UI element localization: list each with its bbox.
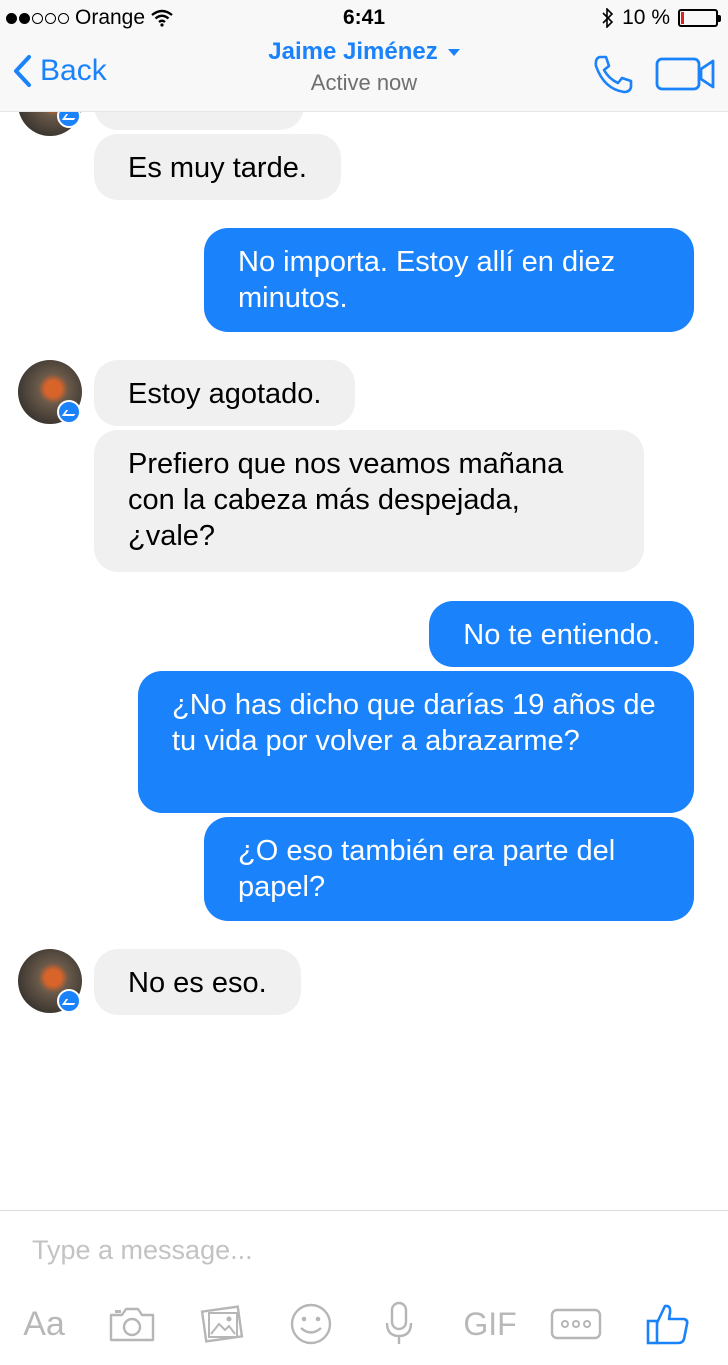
incoming-message[interactable]: No es eso. bbox=[94, 949, 301, 1015]
battery-icon bbox=[678, 9, 721, 27]
message-input[interactable] bbox=[32, 1235, 692, 1266]
gif-icon[interactable]: GIF bbox=[458, 1301, 522, 1347]
phone-icon[interactable] bbox=[592, 54, 634, 94]
more-button[interactable] bbox=[548, 1301, 604, 1347]
outgoing-message[interactable]: ¿No has dicho que darías 19 años de tu v… bbox=[138, 671, 694, 813]
status-bar: Orange 6:41 10 % bbox=[0, 0, 728, 36]
emoji-button[interactable] bbox=[283, 1301, 339, 1347]
camera-button[interactable] bbox=[104, 1301, 160, 1347]
contact-name-row[interactable]: Jaime Jiménez bbox=[268, 38, 460, 66]
contact-name: Jaime Jiménez bbox=[268, 38, 438, 65]
outgoing-message[interactable]: No te entiendo. bbox=[429, 601, 694, 667]
gif-label: GIF bbox=[463, 1305, 517, 1342]
like-button[interactable] bbox=[640, 1301, 696, 1347]
thumbs-up-icon bbox=[646, 1304, 689, 1345]
gallery-button[interactable] bbox=[194, 1301, 250, 1347]
video-camera-icon[interactable] bbox=[655, 56, 717, 92]
battery-fill bbox=[681, 12, 684, 24]
more-icon bbox=[550, 1308, 602, 1340]
outgoing-message[interactable]: No importa. Estoy allí en diez minutos. bbox=[204, 228, 694, 332]
message-bubble-partial bbox=[94, 112, 304, 130]
text-format-label: Aa bbox=[23, 1304, 65, 1343]
status-right: 10 % bbox=[602, 6, 721, 30]
bluetooth-icon bbox=[602, 8, 614, 28]
gallery-icon bbox=[200, 1305, 244, 1343]
battery-percent: 10 % bbox=[622, 6, 670, 29]
messenger-badge-icon bbox=[57, 400, 81, 424]
text-format-icon[interactable]: Aa bbox=[16, 1301, 72, 1347]
microphone-icon bbox=[385, 1301, 413, 1344]
messenger-badge-icon bbox=[57, 989, 81, 1013]
incoming-message[interactable]: Es muy tarde. bbox=[94, 134, 341, 200]
message-list[interactable]: Es muy tarde. No importa. Estoy allí en … bbox=[0, 112, 728, 1210]
outgoing-message[interactable]: ¿O eso también era parte del papel? bbox=[204, 817, 694, 921]
microphone-button[interactable] bbox=[371, 1301, 427, 1347]
composer: Aa GIF bbox=[0, 1210, 728, 1365]
dropdown-caret-icon bbox=[447, 48, 460, 56]
nav-bar: Back Jaime Jiménez Active now bbox=[0, 36, 728, 112]
emoji-icon bbox=[290, 1303, 332, 1345]
incoming-message[interactable]: Estoy agotado. bbox=[94, 360, 356, 426]
incoming-message[interactable]: Prefiero que nos veamos mañana con la ca… bbox=[94, 430, 644, 572]
camera-icon bbox=[109, 1307, 155, 1342]
